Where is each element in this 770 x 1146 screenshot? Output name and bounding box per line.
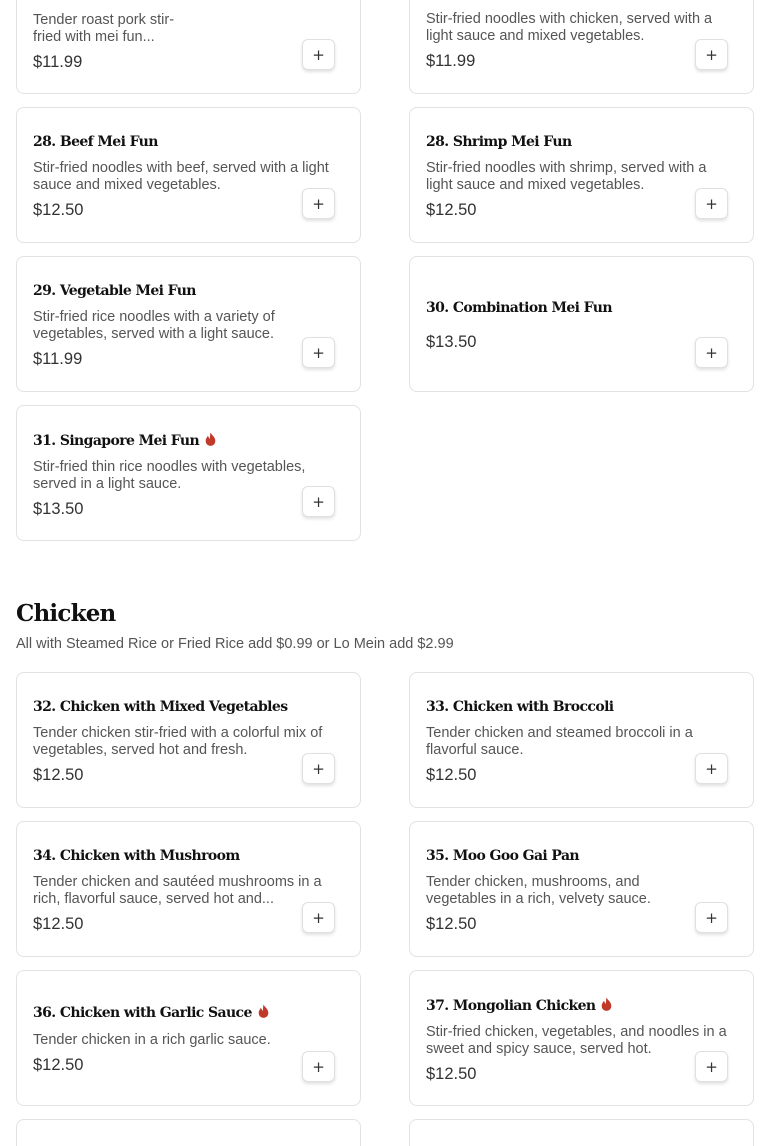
item-name-row: 31. Singapore Mei Fun xyxy=(33,432,217,449)
add-to-cart-button[interactable]: + xyxy=(302,486,335,517)
item-name: 34. Chicken with Mushroom xyxy=(33,848,240,864)
add-to-cart-button[interactable]: + xyxy=(695,188,728,219)
item-name-row: 37. Mongolian Chicken xyxy=(426,997,613,1014)
item-name: 33. Chicken with Broccoli xyxy=(426,699,614,715)
item-name: 37. Mongolian Chicken xyxy=(426,998,596,1014)
section-subtitle: All with Steamed Rice or Fried Rice add … xyxy=(16,636,454,652)
add-to-cart-button[interactable]: + xyxy=(302,753,335,784)
item-description: Stir-fried chicken, vegetables, and nood… xyxy=(426,1024,727,1057)
item-name: 28. Shrimp Mei Fun xyxy=(426,134,572,150)
menu-item-card[interactable]: 37. Mongolian Chicken Stir-fried chicken… xyxy=(409,970,754,1106)
menu-item-card[interactable]: 28. Beef Mei Fun Stir-fried noodles with… xyxy=(16,107,361,243)
item-description: Tender chicken and steamed broccoli in a… xyxy=(426,725,693,758)
add-to-cart-button[interactable]: + xyxy=(302,188,335,219)
item-name: 29. Vegetable Mei Fun xyxy=(33,283,196,299)
menu-item-card[interactable]: 33. Chicken with Broccoli Tender chicken… xyxy=(409,672,754,808)
item-description: Stir-fried noodles with chicken, served … xyxy=(426,11,713,44)
add-to-cart-button[interactable]: + xyxy=(302,39,335,70)
spicy-icon xyxy=(258,1004,269,1018)
menu-item-card[interactable]: 31. Singapore Mei Fun Stir-fried thin ri… xyxy=(16,405,361,541)
item-price: $13.50 xyxy=(33,500,84,518)
add-to-cart-button[interactable]: + xyxy=(695,1051,728,1082)
item-price: $11.99 xyxy=(33,350,83,368)
menu-item-card[interactable]: 30. Combination Mei Fun $13.50 + xyxy=(409,256,754,392)
menu-item-card[interactable]: 28. Shrimp Mei Fun Stir-fried noodles wi… xyxy=(409,107,754,243)
menu-item-card[interactable]: 32. Chicken with Mixed Vegetables Tender… xyxy=(16,672,361,808)
add-to-cart-button[interactable]: + xyxy=(695,337,728,368)
menu-item-card[interactable] xyxy=(409,1119,754,1146)
item-price: $11.99 xyxy=(33,53,83,71)
item-price: $12.50 xyxy=(426,766,477,784)
menu-item-card[interactable]: 29. Vegetable Mei Fun Stir-fried rice no… xyxy=(16,256,361,392)
section-title: Chicken xyxy=(16,600,116,627)
item-price: $12.50 xyxy=(426,1065,477,1083)
item-description: Tender chicken, mushrooms, and vegetable… xyxy=(426,874,651,907)
item-description: Stir-fried rice noodles with a variety o… xyxy=(33,309,275,342)
add-to-cart-button[interactable]: + xyxy=(302,1051,335,1082)
spicy-icon xyxy=(602,997,612,1011)
item-name: 28. Beef Mei Fun xyxy=(33,134,158,150)
item-description: Tender roast pork stir-fried with mei fu… xyxy=(33,12,175,45)
add-to-cart-button[interactable]: + xyxy=(695,902,728,933)
item-description: Tender chicken stir-fried with a colorfu… xyxy=(33,725,323,758)
item-name: 36. Chicken with Garlic Sauce xyxy=(33,1005,252,1021)
item-name: 32. Chicken with Mixed Vegetables xyxy=(33,699,288,715)
item-price: $12.50 xyxy=(33,201,84,219)
item-price: $11.99 xyxy=(426,52,476,70)
item-description: Tender chicken in a rich garlic sauce. xyxy=(33,1032,271,1048)
spicy-icon xyxy=(205,432,216,446)
item-description: Stir-fried noodles with beef, served wit… xyxy=(33,160,329,193)
add-to-cart-button[interactable]: + xyxy=(695,39,728,70)
item-name: 31. Singapore Mei Fun xyxy=(33,433,200,449)
item-description: Stir-fried thin rice noodles with vegeta… xyxy=(33,459,306,492)
add-to-cart-button[interactable]: + xyxy=(695,753,728,784)
menu-item-card[interactable]: 35. Moo Goo Gai Pan Tender chicken, mush… xyxy=(409,821,754,957)
menu-item-card[interactable]: 36. Chicken with Garlic Sauce Tender chi… xyxy=(16,970,361,1106)
item-name-row: 36. Chicken with Garlic Sauce xyxy=(33,1004,270,1021)
item-name: 35. Moo Goo Gai Pan xyxy=(426,848,580,864)
item-description: Stir-fried noodles with shrimp, served w… xyxy=(426,160,707,193)
item-price: $13.50 xyxy=(426,333,477,351)
item-name: 30. Combination Mei Fun xyxy=(426,300,613,316)
item-price: $12.50 xyxy=(33,915,84,933)
menu-item-card[interactable]: Tender roast pork stir-fried with mei fu… xyxy=(16,0,361,94)
item-price: $12.50 xyxy=(33,1056,84,1074)
item-price: $12.50 xyxy=(33,766,84,784)
add-to-cart-button[interactable]: + xyxy=(302,902,335,933)
menu-item-card[interactable]: Stir-fried noodles with chicken, served … xyxy=(409,0,754,94)
item-price: $12.50 xyxy=(426,201,477,219)
menu-item-card[interactable] xyxy=(16,1119,361,1146)
add-to-cart-button[interactable]: + xyxy=(302,337,335,368)
menu-item-card[interactable]: 34. Chicken with Mushroom Tender chicken… xyxy=(16,821,361,957)
item-description: Tender chicken and sautéed mushrooms in … xyxy=(33,874,322,907)
item-price: $12.50 xyxy=(426,915,477,933)
